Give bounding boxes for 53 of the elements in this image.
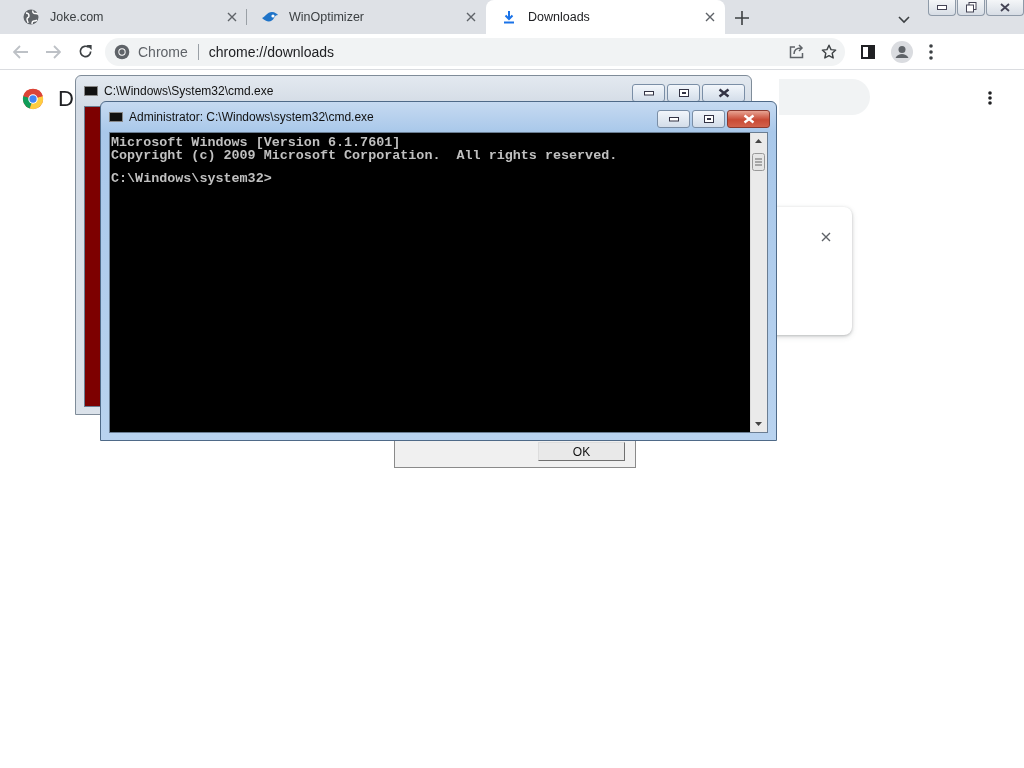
chrome-logo (22, 88, 44, 110)
close-button[interactable] (986, 0, 1024, 16)
more-menu-icon[interactable] (988, 91, 992, 105)
close-icon (717, 88, 730, 98)
share-icon[interactable] (789, 44, 805, 59)
star-icon[interactable] (821, 43, 837, 60)
close-icon (742, 114, 755, 124)
scroll-thumb[interactable] (752, 153, 765, 171)
url-text: chrome://downloads (208, 43, 336, 60)
new-tab-icon[interactable] (735, 11, 749, 25)
minimize-button[interactable] (928, 0, 956, 16)
minimize-button[interactable] (657, 110, 690, 128)
console-output: Copyright (c) 2009 Microsoft Corporation. All rights reserved. (111, 149, 618, 162)
browser-tab[interactable]: Joke.com (8, 0, 247, 34)
maximize-icon (703, 115, 714, 123)
minimize-icon (937, 4, 947, 11)
side-panel-icon[interactable] (861, 44, 875, 59)
console-output: Microsoft Windows [Version 6.1.7601] (111, 137, 401, 150)
address-bar[interactable]: Chrome chrome://downloads (105, 37, 845, 66)
restore-icon (965, 2, 977, 13)
minimize-icon (643, 90, 654, 96)
restore-button[interactable] (957, 0, 985, 16)
scrollbar[interactable] (750, 133, 767, 432)
console-icon (84, 86, 98, 96)
reload-icon[interactable] (77, 44, 93, 59)
minimize-icon (668, 116, 679, 122)
page-title: D (58, 86, 74, 112)
close-icon[interactable] (466, 12, 476, 22)
download-icon (502, 10, 516, 24)
console-icon (109, 112, 123, 122)
bird-icon (261, 10, 279, 24)
close-icon[interactable] (227, 12, 237, 22)
window-title: Administrator: C:\Windows\system32\cmd.exe (129, 110, 375, 124)
maximize-icon (678, 89, 689, 97)
globe-icon (23, 9, 39, 25)
scroll-down-icon[interactable] (755, 422, 762, 426)
maximize-button[interactable] (692, 110, 725, 128)
close-icon[interactable] (705, 12, 715, 22)
site-label: Chrome (138, 43, 188, 60)
window-title: C:\Windows\System32\cmd.exe (104, 84, 275, 98)
close-button[interactable] (727, 110, 770, 128)
ok-button[interactable]: OK (538, 442, 625, 461)
close-icon (1000, 3, 1010, 12)
profile-avatar-icon[interactable] (891, 40, 913, 63)
close-icon[interactable] (821, 232, 831, 242)
command-prompt: C:\Windows\system32> (111, 173, 272, 186)
chrome-icon (114, 43, 130, 60)
chevron-down-icon[interactable] (898, 16, 910, 24)
menu-icon[interactable] (929, 43, 933, 60)
browser-tab[interactable]: WinOptimizer (247, 0, 486, 34)
scroll-up-icon[interactable] (755, 139, 762, 143)
console-area[interactable]: Microsoft Windows [Version 6.1.7601] Copyright (c) 2009 Microsoft Corporation. All rights reserved. C:\Windows\system32> (110, 133, 750, 432)
browser-tab[interactable]: Downloads (486, 0, 725, 34)
